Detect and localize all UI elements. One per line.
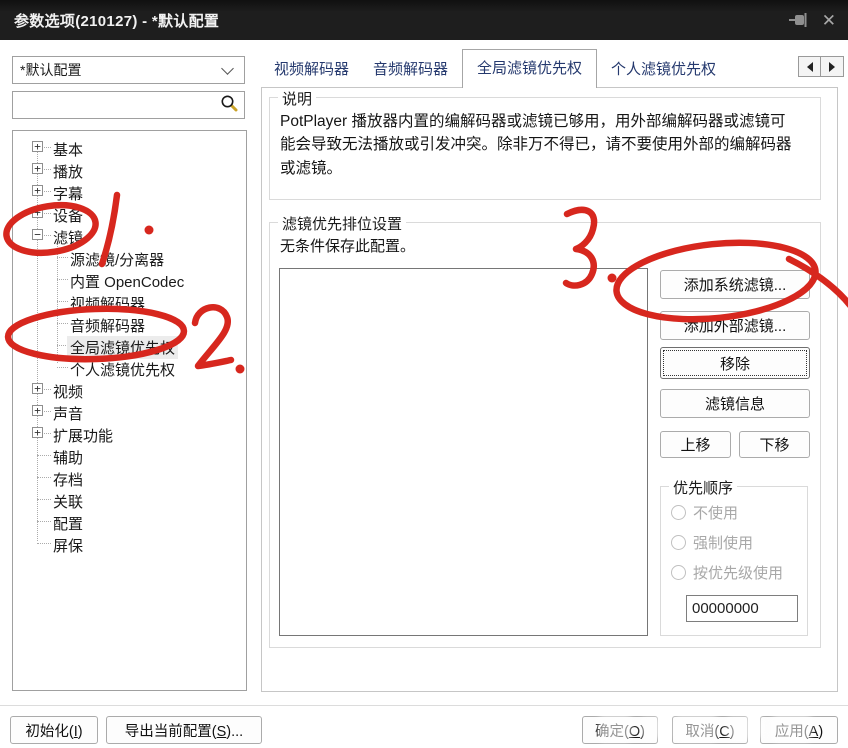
radio-no-use[interactable] — [671, 505, 686, 520]
radio-use-by-priority[interactable] — [671, 565, 686, 580]
expand-icon[interactable]: + — [32, 427, 43, 438]
tree-item[interactable]: + 播放 — [13, 158, 246, 181]
export-config-button[interactable]: 导出当前配置(S)... — [106, 716, 262, 744]
tab-scroll-buttons — [798, 56, 844, 77]
tree-connector — [37, 521, 51, 522]
tree-item[interactable]: + 设备 — [13, 202, 246, 225]
tree-connector — [37, 477, 51, 478]
tree-item[interactable]: + 扩展功能 — [13, 422, 246, 445]
tab-personal-filter-priority[interactable]: 个人滤镜优先权 — [599, 51, 728, 88]
profile-combobox-value: *默认配置 — [20, 62, 82, 78]
search-icon[interactable] — [220, 94, 238, 117]
tree-item[interactable]: 音频解码器 — [13, 312, 246, 335]
radio-force-use-label: 强制使用 — [693, 535, 754, 552]
tree-connector — [37, 543, 51, 544]
ok-button[interactable]: 确定(O) — [582, 716, 658, 744]
chevron-down-icon — [221, 61, 234, 75]
tree-item[interactable]: + 字幕 — [13, 180, 246, 203]
filter-priority-group: 滤镜优先排位设置 无条件保存此配置。 添加系统滤镜... 添加外部滤镜... 移… — [269, 213, 821, 648]
radio-no-use-label: 不使用 — [693, 505, 739, 522]
filter-info-button[interactable]: 滤镜信息 — [660, 389, 810, 418]
expand-icon[interactable]: + — [32, 141, 43, 152]
footer-separator — [0, 705, 848, 706]
priority-value-input[interactable] — [686, 595, 798, 622]
profile-combobox[interactable]: *默认配置 — [12, 56, 245, 84]
radio-use-by-priority-label: 按优先级使用 — [693, 565, 784, 582]
right-arrow-icon — [829, 61, 835, 72]
remove-filter-button[interactable]: 移除 — [660, 347, 810, 379]
tree-item[interactable]: 全局滤镜优先权 — [13, 334, 246, 359]
tree-item[interactable]: 个人滤镜优先权 — [13, 356, 246, 379]
window-title: 参数选项(210127) - *默认配置 — [14, 12, 220, 30]
tab-scroll-left-button[interactable] — [798, 56, 821, 77]
tab-audio-decoder[interactable]: 音频解码器 — [361, 51, 460, 88]
close-icon[interactable]: ✕ — [822, 12, 836, 29]
filter-priority-note: 无条件保存此配置。 — [280, 238, 416, 255]
tab-video-decoder[interactable]: 视频解码器 — [262, 51, 361, 88]
tab-scroll-right-button[interactable] — [821, 56, 844, 77]
radio-force-use[interactable] — [671, 535, 686, 550]
initialize-button[interactable]: 初始化(I) — [10, 716, 98, 744]
search-box — [12, 91, 245, 119]
expand-icon[interactable]: + — [32, 185, 43, 196]
expand-icon[interactable]: + — [32, 207, 43, 218]
collapse-icon[interactable]: − — [32, 229, 43, 240]
tree-item[interactable]: 配置 — [13, 510, 246, 533]
tree-item[interactable]: 关联 — [13, 488, 246, 511]
expand-icon[interactable]: + — [32, 383, 43, 394]
cancel-button[interactable]: 取消(C) — [672, 716, 748, 744]
tree-connector — [37, 499, 51, 500]
title-bar: 参数选项(210127) - *默认配置 ✕ — [0, 0, 848, 40]
tab-bar: 视频解码器 音频解码器 全局滤镜优先权 个人滤镜优先权 — [262, 49, 728, 88]
add-external-filter-button[interactable]: 添加外部滤镜... — [660, 311, 810, 340]
tree-item[interactable]: − 滤镜 — [13, 224, 246, 247]
description-text: PotPlayer 播放器内置的编解码器或滤镜已够用，用外部编解码器或滤镜可能会… — [280, 113, 792, 177]
add-system-filter-button[interactable]: 添加系统滤镜... — [660, 270, 810, 299]
tree-item[interactable]: + 基本 — [13, 136, 246, 159]
description-group: 说明 PotPlayer 播放器内置的编解码器或滤镜已够用，用外部编解码器或滤镜… — [269, 88, 821, 200]
priority-order-group-title: 优先顺序 — [669, 477, 738, 498]
tab-content-pane: 说明 PotPlayer 播放器内置的编解码器或滤镜已够用，用外部编解码器或滤镜… — [261, 87, 838, 692]
tree-item[interactable]: 屏保 — [13, 532, 246, 557]
tree-item[interactable]: 存档 — [13, 466, 246, 489]
priority-order-group: 优先顺序 不使用 强制使用 按优先级使用 — [660, 477, 808, 636]
apply-button[interactable]: 应用(A) — [760, 716, 838, 744]
move-down-button[interactable]: 下移 — [739, 431, 810, 458]
tree-item[interactable]: 视频解码器 — [13, 290, 246, 313]
description-group-title: 说明 — [278, 88, 317, 109]
filter-listbox[interactable] — [279, 268, 648, 636]
tree-item[interactable]: 内置 OpenCodec — [13, 268, 246, 291]
tree-item[interactable]: + 声音 — [13, 400, 246, 423]
tree-item[interactable]: 源滤镜/分离器 — [13, 246, 246, 269]
tree-item-label[interactable]: 屏保 — [50, 534, 86, 557]
tab-global-filter-priority[interactable]: 全局滤镜优先权 — [462, 49, 598, 88]
expand-icon[interactable]: + — [32, 405, 43, 416]
move-up-button[interactable]: 上移 — [660, 431, 731, 458]
left-arrow-icon — [806, 61, 813, 72]
expand-icon[interactable]: + — [32, 163, 43, 174]
tree-connector — [37, 455, 51, 456]
pin-icon[interactable] — [788, 11, 808, 29]
tree-item[interactable]: 辅助 — [13, 444, 246, 467]
settings-tree: + 基本 + 播放 + 字幕 + 设备 − 滤镜 源滤镜/分离器 内置 OpenCodec 视频解码器音… — [12, 130, 247, 691]
search-input[interactable] — [18, 93, 220, 117]
filter-priority-group-title: 滤镜优先排位设置 — [278, 213, 407, 234]
tree-item[interactable]: + 视频 — [13, 378, 246, 401]
